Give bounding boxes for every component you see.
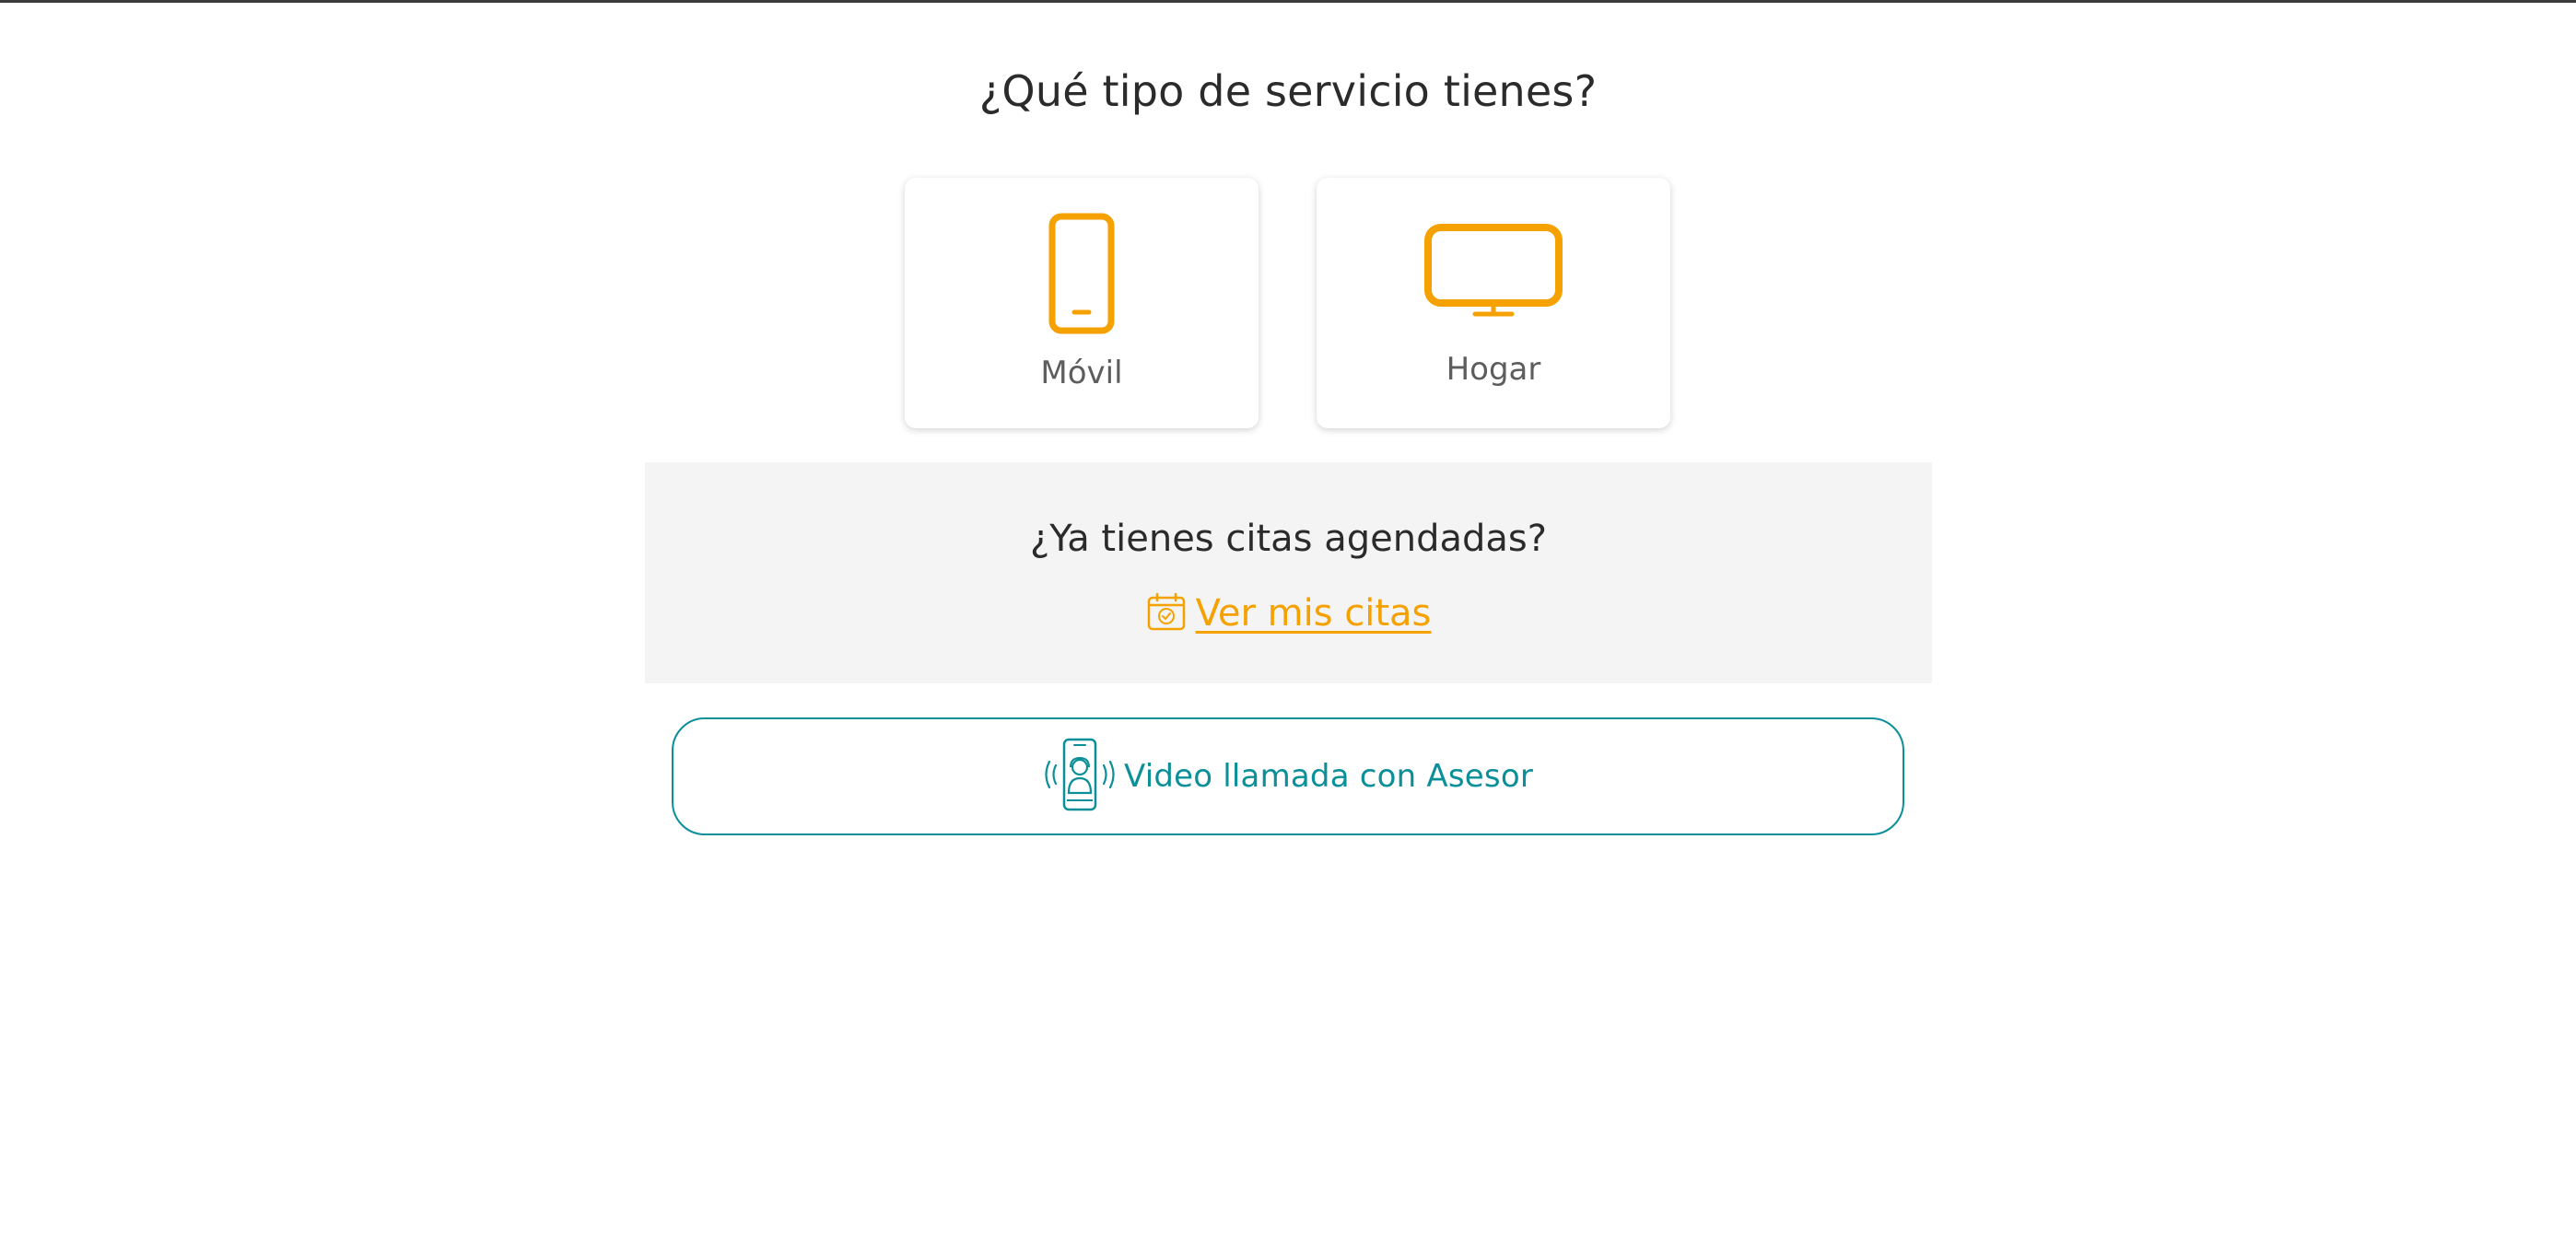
- calendar-check-icon[interactable]: [1146, 591, 1187, 635]
- mobile-phone-icon: [905, 213, 1259, 334]
- service-card-movil-label: Móvil: [1040, 355, 1123, 391]
- service-card-hogar[interactable]: Hogar: [1317, 178, 1670, 428]
- service-card-hogar-label: Hogar: [1446, 351, 1541, 388]
- service-card-movil[interactable]: Móvil: [905, 178, 1259, 428]
- video-call-advisor-button[interactable]: Video llamada con Asesor: [672, 717, 1904, 835]
- page-title: ¿Qué tipo de servicio tienes?: [978, 66, 1598, 116]
- video-call-advisor-icon: [1043, 736, 1117, 817]
- tv-monitor-icon: [1317, 224, 1670, 318]
- appointments-panel: ¿Ya tienes citas agendadas? Ver mis cita…: [645, 462, 1932, 683]
- appointments-link-row[interactable]: Ver mis citas: [645, 591, 1932, 635]
- video-call-advisor-label: Video llamada con Asesor: [1123, 758, 1533, 795]
- ver-mis-citas-link[interactable]: Ver mis citas: [1196, 592, 1432, 635]
- appointments-question: ¿Ya tienes citas agendadas?: [1030, 518, 1547, 560]
- top-border: [0, 0, 2576, 3]
